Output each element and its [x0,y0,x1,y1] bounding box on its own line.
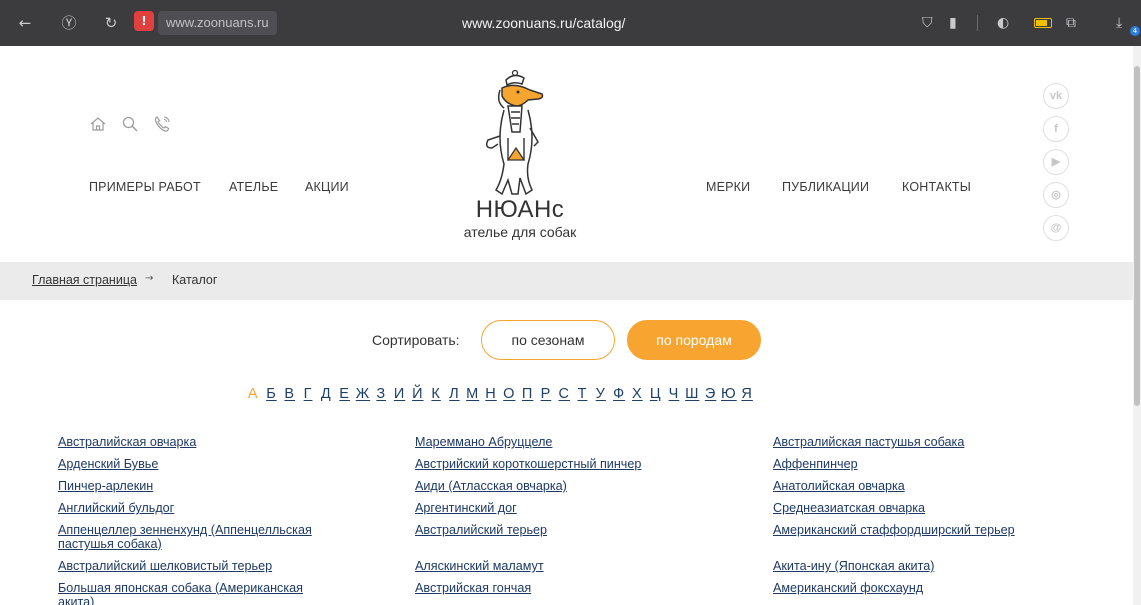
breed-link[interactable]: Австрийский короткошерстный пинчер [415,458,641,471]
letter-link[interactable]: И [390,386,408,402]
nav-promotions[interactable]: АКЦИИ [305,180,349,194]
sort-by-season-button[interactable]: по сезонам [481,320,615,360]
site-chip[interactable]: www.zoonuans.ru [158,11,277,35]
bookmark-icon[interactable]: ▮ [949,13,957,33]
letter-link[interactable]: Я [738,386,756,402]
back-arrow-icon[interactable]: ← [14,12,36,34]
breadcrumb-arrow-icon: → [145,273,154,284]
toolbar-divider [977,15,978,31]
breed-link[interactable]: Австралийская овчарка [58,436,196,449]
dog-logo[interactable] [478,68,554,208]
letter-link[interactable]: С [555,386,573,402]
nav-examples[interactable]: ПРИМЕРЫ РАБОТ [89,180,201,194]
breed-link[interactable]: Аргентинский дог [415,502,517,515]
letter-link[interactable]: Х [628,386,646,402]
email-icon[interactable]: @ [1043,215,1069,241]
breed-link[interactable]: Американский стаффордширский терьер [773,524,1015,537]
letter-link[interactable]: Н [482,386,500,402]
reload-icon[interactable]: ↻ [100,12,122,34]
letter-link[interactable]: П [518,386,536,402]
home-icon[interactable] [89,115,107,133]
letter-link[interactable]: Д [317,386,335,402]
breadcrumb: Главная страница → Каталог [0,262,1133,300]
page-scrollbar[interactable] [1133,46,1141,605]
scrollbar-thumb[interactable] [1134,66,1140,406]
search-icon[interactable] [121,115,139,133]
breadcrumb-home-link[interactable]: Главная страница [32,273,137,287]
reader-icon[interactable]: ⧉ [1066,13,1076,33]
breed-link[interactable]: пастушья собака) [58,538,162,551]
breed-link[interactable]: Австралийский терьер [415,524,547,537]
site-warning-icon[interactable]: ! [134,11,154,31]
letter-link[interactable]: Ф [610,386,628,402]
letter-link[interactable]: Э [701,386,719,402]
breed-link[interactable]: Австралийская пастушья собака [773,436,964,449]
letter-link[interactable]: Л [445,386,463,402]
browser-toolbar: ← Ⓨ ↻ ! www.zoonuans.ru www.zoonuans.ru/… [0,0,1141,46]
yandex-icon[interactable]: Ⓨ [58,12,80,34]
letter-link[interactable]: А [244,386,262,402]
logo-subtitle: ателье для собак [463,224,577,240]
letter-link[interactable]: Ц [647,386,665,402]
breed-link[interactable]: Аппенцеллер зенненхунд (Аппенцелльская [58,524,312,537]
letter-link[interactable]: М [464,386,482,402]
alphabet-filter: А Б В Г Д Е Ж З И Й К Л М Н О П Р С Т У … [244,386,756,402]
letter-link[interactable]: Р [537,386,555,402]
nav-measurements[interactable]: МЕРКИ [706,180,750,194]
breed-link[interactable]: Мареммано Абруццеле [415,436,552,449]
facebook-icon[interactable]: f [1043,116,1069,142]
breed-link[interactable]: Аляскинский маламут [415,560,544,573]
breed-link[interactable]: Австрийская гончая [415,582,531,595]
breed-link[interactable]: Американский фоксхаунд [773,582,923,595]
instagram-icon[interactable]: ◎ [1043,182,1069,208]
breed-link[interactable]: Анатолийская овчарка [773,480,905,493]
breed-link[interactable]: Арденский Бувье [58,458,158,471]
page-content: ПРИМЕРЫ РАБОТ АТЕЛЬЕ АКЦИИ НЮАНс ателье … [0,46,1133,605]
nav-atelier[interactable]: АТЕЛЬЕ [229,180,278,194]
nav-publications[interactable]: ПУБЛИКАЦИИ [782,180,869,194]
phone-icon[interactable] [153,115,171,133]
letter-link[interactable]: З [372,386,390,402]
logo-name: НЮАНс [475,196,565,223]
nav-contacts[interactable]: КОНТАКТЫ [902,180,971,194]
letter-link[interactable]: Ш [683,386,701,402]
download-count-badge: 4 [1130,26,1140,36]
vk-icon[interactable]: vk [1043,83,1069,109]
breed-link[interactable]: Английский бульдог [58,502,174,515]
letter-link[interactable]: К [427,386,445,402]
letter-link[interactable]: Ж [354,386,372,402]
letter-link[interactable]: Е [335,386,353,402]
breed-link[interactable]: Пинчер-арлекин [58,480,153,493]
letter-link[interactable]: О [500,386,518,402]
sort-by-breed-button[interactable]: по породам [627,320,761,360]
breed-link[interactable]: Акита-ину (Японская акита) [773,560,934,573]
utility-icons [89,115,171,133]
letter-link[interactable]: Ч [665,386,683,402]
address-bar-url[interactable]: www.zoonuans.ru/catalog/ [462,11,625,35]
letter-link[interactable]: Т [573,386,591,402]
battery-icon[interactable] [1034,18,1052,28]
breed-link[interactable]: Среднеазиатская овчарка [773,502,925,515]
download-icon[interactable]: ⤓ [1116,13,1122,33]
breed-link[interactable]: Австралийский шелковистый терьер [58,560,272,573]
breed-link[interactable]: Аффенпинчер [773,458,858,471]
letter-link[interactable]: В [281,386,299,402]
letter-link[interactable]: Й [409,386,427,402]
letter-link[interactable]: Б [262,386,280,402]
letter-link[interactable]: Г [299,386,317,402]
breed-link[interactable]: акита) [58,596,94,605]
protect-icon[interactable]: ◐ [997,13,1009,33]
letter-link[interactable]: У [592,386,610,402]
breed-link[interactable]: Аиди (Атласская овчарка) [415,480,567,493]
breed-link[interactable]: Большая японская собака (Американская [58,582,303,595]
incognito-icon[interactable]: ⛉ [922,13,933,33]
sort-label: Сортировать: [372,332,460,348]
breadcrumb-current: Каталог [172,273,218,287]
letter-link[interactable]: Ю [720,386,738,402]
youtube-icon[interactable]: ▶ [1043,149,1069,175]
